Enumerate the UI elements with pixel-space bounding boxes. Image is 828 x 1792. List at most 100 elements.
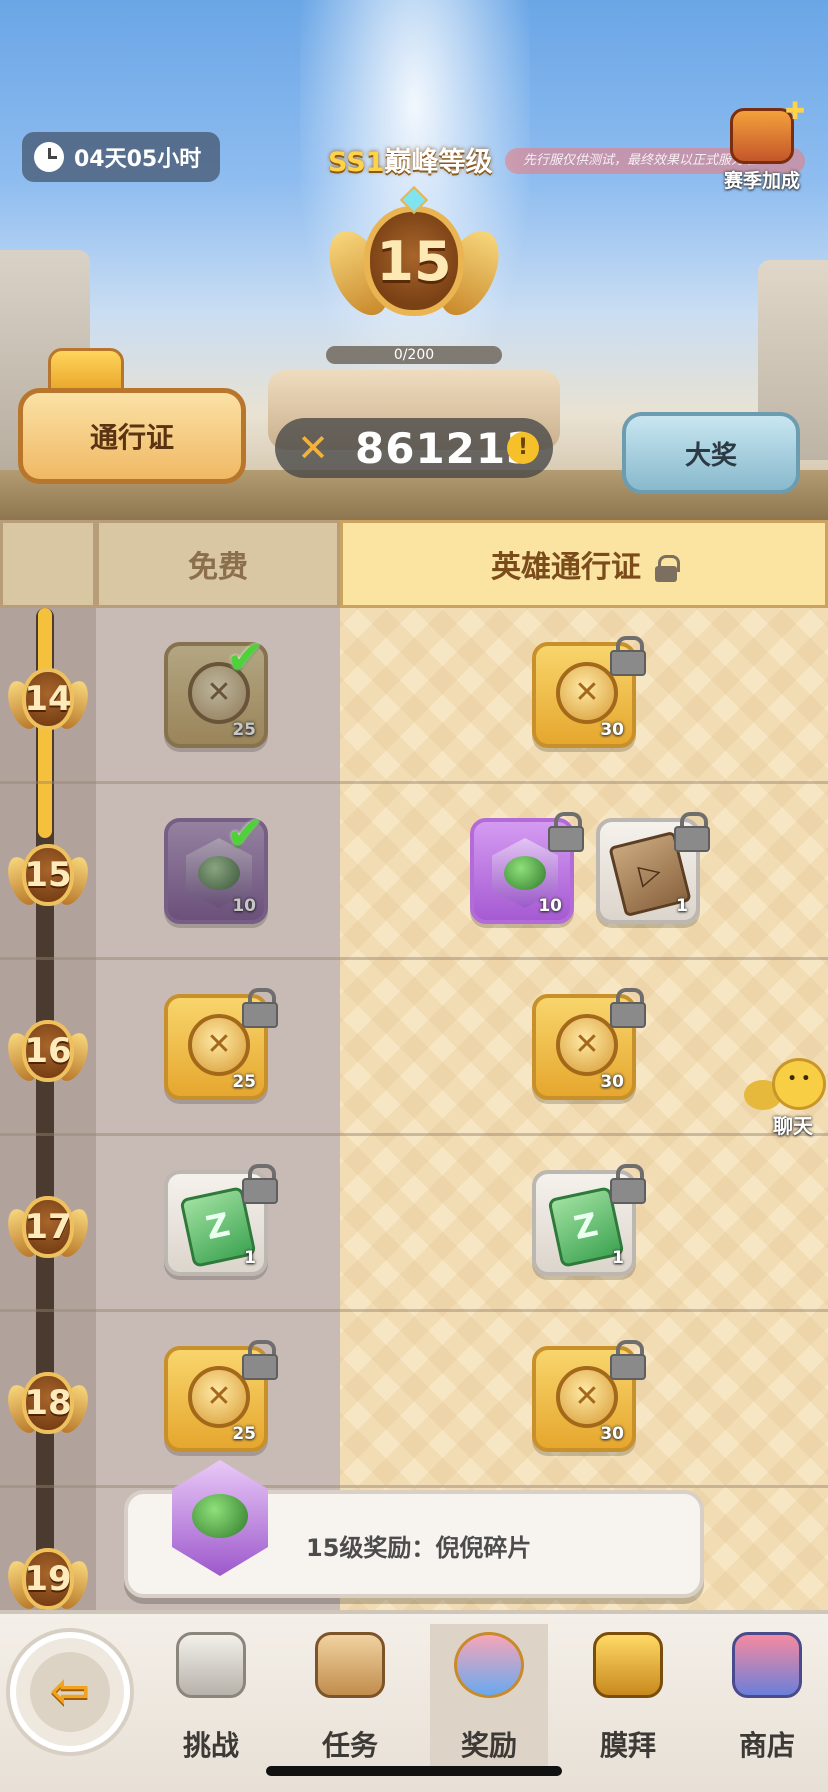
medal-core: 16 <box>22 1020 74 1082</box>
back-button-inner: ⇦ <box>30 1652 110 1732</box>
coin-icon <box>188 1014 250 1076</box>
xp-progress-text: 0/200 <box>393 347 435 363</box>
crossed-swords-icon: ✕ <box>297 426 329 470</box>
reward-qty: 1 <box>244 1248 256 1268</box>
pass-header: 04天05小时 SS1巅峰等级 先行服仅供测试，最终效果以正式服为准 赛季加成 … <box>0 0 828 520</box>
free-reward-coin[interactable]: 25 <box>164 1340 278 1452</box>
row-level: 15 <box>24 855 72 895</box>
reward-qty: 1 <box>676 896 688 916</box>
season-bonus-label: 赛季加成 <box>723 170 800 192</box>
lock-icon <box>610 1340 646 1380</box>
reward-qty: 25 <box>232 1424 256 1444</box>
level-medal: 14 <box>2 662 94 738</box>
season-title-text: 巅峰等级 <box>384 147 493 178</box>
lock-icon <box>674 812 710 852</box>
hero-reward-coin[interactable]: 30 <box>532 636 646 748</box>
hero-reward-coin[interactable]: 30 <box>532 988 646 1100</box>
season-bonus-button[interactable]: 赛季加成 <box>716 97 808 192</box>
reward-row: 14 25 ✔ 30 <box>0 608 828 784</box>
hero-pass-column-label: 英雄通行证 <box>491 550 641 585</box>
check-icon: ✔ <box>226 630 265 684</box>
bottom-nav: ⇦ 挑战 任务 奖励 膜拜 商店 <box>0 1610 828 1792</box>
season-prefix: SS1 <box>328 147 385 178</box>
free-reward-coin[interactable]: 25 <box>164 988 278 1100</box>
row-level: 16 <box>24 1031 72 1071</box>
row-level: 17 <box>24 1207 72 1247</box>
row-level: 14 <box>24 679 72 719</box>
score-display: ✕ 861213 ! <box>275 418 553 478</box>
nav-label: 膜拜 <box>599 1729 656 1762</box>
medal-core: 18 <box>22 1372 74 1434</box>
hero-reward-coin[interactable]: 30 <box>532 1340 646 1452</box>
chat-button[interactable]: 聊天 <box>742 1058 828 1138</box>
grand-prize-button[interactable]: 大奖 <box>622 412 800 494</box>
reward-qty: 10 <box>538 896 562 916</box>
coin-icon <box>556 1366 618 1428</box>
lock-icon <box>242 1164 278 1204</box>
nav-label: 商店 <box>738 1729 795 1762</box>
row-level: 18 <box>24 1383 72 1423</box>
reward-qty: 10 <box>232 896 256 916</box>
lock-icon <box>242 988 278 1028</box>
lock-icon <box>242 1340 278 1380</box>
reward-row: 16 25 30 <box>0 960 828 1136</box>
reward-row: 15 10 ✔ 10 1 <box>0 784 828 960</box>
track-header <box>0 520 96 608</box>
lock-icon <box>610 636 646 676</box>
nav-shop[interactable]: 商店 <box>708 1624 826 1774</box>
nav-challenge[interactable]: 挑战 <box>152 1624 270 1774</box>
level-medal: 15 <box>2 838 94 914</box>
lock-icon <box>610 988 646 1028</box>
row-level: 19 <box>24 1559 72 1599</box>
task-icon <box>315 1632 385 1698</box>
hero-pass-column-header[interactable]: 英雄通行证 <box>340 520 828 608</box>
hero-reward-ticket[interactable]: 1 <box>532 1164 646 1276</box>
season-timer: 04天05小时 <box>22 132 220 182</box>
pass-button-label: 通行证 <box>89 421 174 454</box>
free-reward-ticket[interactable]: 1 <box>164 1164 278 1276</box>
free-column-header: 免费 <box>96 520 340 608</box>
grand-prize-label: 大奖 <box>684 440 737 471</box>
challenge-icon <box>176 1632 246 1698</box>
level-medal: 18 <box>2 1366 94 1442</box>
pass-button[interactable]: 通行证 <box>18 388 246 484</box>
reward-tooltip: 15级奖励：倪倪碎片 <box>124 1460 704 1598</box>
medal-core: 17 <box>22 1196 74 1258</box>
info-icon[interactable]: ! <box>507 432 539 464</box>
nav-label: 挑战 <box>182 1729 239 1762</box>
xp-progress-bar: 0/200 <box>326 346 502 364</box>
timer-text: 04天05小时 <box>74 147 202 172</box>
season-title: SS1巅峰等级 <box>328 140 492 179</box>
level-medal: 17 <box>2 1190 94 1266</box>
lock-icon <box>655 555 680 582</box>
reward-qty: 30 <box>600 720 624 740</box>
home-indicator[interactable] <box>266 1766 562 1776</box>
level-medal: 19 <box>2 1542 94 1610</box>
back-arrow-icon: ⇦ <box>49 1663 91 1719</box>
current-level: 15 <box>376 229 452 293</box>
back-button[interactable]: ⇦ <box>10 1632 130 1752</box>
reward-qty: 30 <box>600 1424 624 1444</box>
nav-label: 任务 <box>321 1729 378 1762</box>
medal-core: 14 <box>22 668 74 730</box>
coin-icon <box>556 662 618 724</box>
bonus-chest-icon <box>730 97 805 164</box>
lock-icon <box>610 1164 646 1204</box>
medal-core: 19 <box>22 1548 74 1610</box>
reward-qty: 25 <box>232 720 256 740</box>
reward-row: 17 1 1 <box>0 1136 828 1312</box>
reward-track[interactable]: 14 25 ✔ 30 15 10 ✔ 10 1 <box>0 608 828 1610</box>
hero-reward-frog-shard[interactable]: 10 <box>470 812 584 924</box>
nav-label: 奖励 <box>460 1729 517 1762</box>
nav-reward[interactable]: 奖励 <box>430 1624 548 1774</box>
badge-core: 15 <box>364 206 464 316</box>
reward-icon <box>454 1632 524 1698</box>
nav-worship[interactable]: 膜拜 <box>569 1624 687 1774</box>
hero-reward-scroll[interactable]: 1 <box>596 812 710 924</box>
reward-qty: 30 <box>600 1072 624 1092</box>
level-medal: 16 <box>2 1014 94 1090</box>
coin-icon <box>556 1014 618 1076</box>
chat-label: 聊天 <box>773 1114 813 1138</box>
nav-task[interactable]: 任务 <box>291 1624 409 1774</box>
worship-icon <box>593 1632 663 1698</box>
